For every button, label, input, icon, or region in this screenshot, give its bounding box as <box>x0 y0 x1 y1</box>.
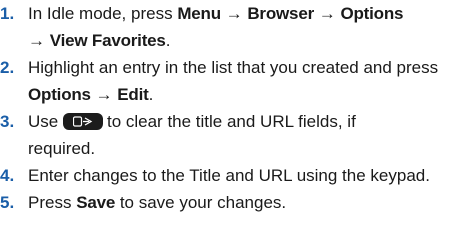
menu-term: Menu <box>177 4 221 23</box>
step-line: required. <box>28 139 96 158</box>
text-segment: In Idle mode, press <box>28 4 178 23</box>
step-line: Enter changes to the Title and URL using… <box>28 166 430 185</box>
step-line: Options → Edit. <box>28 81 468 108</box>
step-number: 4. <box>0 166 15 185</box>
text-segment: Use <box>28 112 59 131</box>
arrow-separator: → <box>28 31 50 50</box>
step-number: 5. <box>0 193 15 212</box>
arrow-separator: → <box>220 4 248 23</box>
options-term: Options <box>28 85 91 104</box>
text-segment: . <box>165 31 171 50</box>
step-line: Use to clear the title and URL fields, i… <box>28 108 468 135</box>
step-text: Enter changes to the Title and URL using… <box>28 162 468 189</box>
step-number: 2. <box>0 58 15 77</box>
step-line: → View Favorites. <box>28 27 468 54</box>
arrow-separator: → <box>313 4 341 23</box>
view-favorites-term: View Favorites <box>49 31 166 50</box>
save-term: Save <box>76 193 116 212</box>
step-line: Press Save to save your changes. <box>28 189 468 216</box>
options-term: Options <box>340 4 404 23</box>
step-number: 1. <box>0 4 15 23</box>
text-segment: . <box>148 85 154 104</box>
text-segment: Press <box>28 193 77 212</box>
text-segment: to clear the title and URL fields, if <box>106 112 356 131</box>
step-text: Highlight an entry in the list that you … <box>28 54 468 108</box>
step-line: In Idle mode, press Menu → Browser → Opt… <box>28 0 468 27</box>
edit-term: Edit <box>117 85 149 104</box>
text-segment: to save your changes. <box>115 193 287 212</box>
step-line: Highlight an entry in the list that you … <box>28 58 439 77</box>
step-text: In Idle mode, press Menu → Browser → Opt… <box>28 0 468 54</box>
clear-key-icon <box>62 113 103 130</box>
browser-term: Browser <box>247 4 314 23</box>
step-text: Use to clear the title and URL fields, i… <box>28 108 468 162</box>
step-text: Press Save to save your changes. <box>28 189 468 216</box>
step-number: 3. <box>0 112 15 131</box>
arrow-separator: → <box>90 85 118 104</box>
